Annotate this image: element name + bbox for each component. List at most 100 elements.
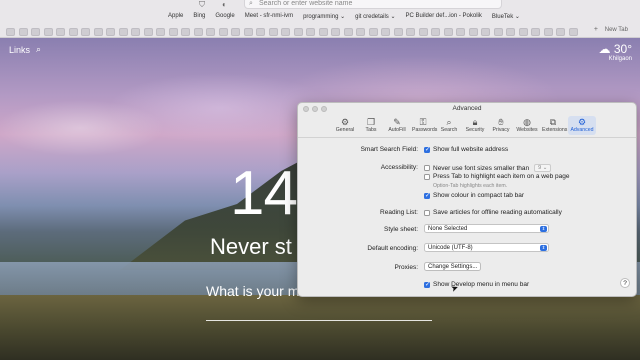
tab-favicon[interactable] xyxy=(393,27,403,36)
tab-highlight-checkbox[interactable] xyxy=(424,173,430,180)
tab-websites[interactable]: ◍ Websites xyxy=(516,116,538,135)
style-sheet-select[interactable]: None Selected ⇕ xyxy=(424,224,549,233)
tab-favicon[interactable] xyxy=(331,27,340,36)
tab-favicon[interactable] xyxy=(156,27,165,36)
favorite-item[interactable]: git credetails ⌄ xyxy=(355,13,395,20)
tab-privacy[interactable]: ✋︎ Privacy xyxy=(490,116,512,135)
smart-search-row[interactable]: Show full website address xyxy=(424,146,508,153)
tab-favicon[interactable] xyxy=(306,27,315,36)
tab-favicon[interactable] xyxy=(431,27,440,36)
tab-favicon[interactable] xyxy=(531,27,540,36)
font-size-row[interactable]: Never use font sizes smaller than 9 ⌄ xyxy=(424,164,552,172)
min-font-size-value: 9 xyxy=(538,165,542,171)
tab-favicon[interactable] xyxy=(43,27,53,36)
plus-icon[interactable]: + xyxy=(594,26,598,33)
style-sheet-label: Style sheet: xyxy=(384,226,418,233)
tab-favicon[interactable] xyxy=(193,27,203,36)
offline-reading-checkbox[interactable] xyxy=(424,209,430,216)
tab-general[interactable]: ⚙ General xyxy=(334,116,356,135)
favorite-item[interactable]: Apple xyxy=(168,13,183,20)
tab-favicon[interactable] xyxy=(131,27,140,36)
tab-favicon[interactable] xyxy=(93,27,103,36)
encoding-select[interactable]: Unicode (UTF-8) ⇕ xyxy=(424,243,549,252)
tab-tabs[interactable]: ❐ Tabs xyxy=(360,116,382,135)
privacy-icon[interactable]: ◐ xyxy=(222,0,227,9)
puzzle-icon: ⧉ xyxy=(549,117,557,127)
min-font-size-select[interactable]: 9 ⌄ xyxy=(534,164,552,172)
tab-favicon[interactable] xyxy=(106,27,115,36)
tab-favicon[interactable] xyxy=(231,27,240,36)
tab-favicon[interactable] xyxy=(568,27,578,36)
tab-favicon[interactable] xyxy=(443,27,453,36)
show-full-address-checkbox[interactable] xyxy=(424,146,430,153)
links-button[interactable]: Links xyxy=(9,45,30,55)
tab-favicon[interactable] xyxy=(318,27,328,36)
change-settings-button[interactable]: Change Settings... xyxy=(424,262,482,271)
help-button[interactable]: ? xyxy=(620,278,630,288)
tab-favicon[interactable] xyxy=(493,27,503,36)
min-font-size-checkbox[interactable] xyxy=(424,165,430,171)
develop-menu-row[interactable]: Show Develop menu in menu bar xyxy=(424,281,529,288)
tab-favicon[interactable] xyxy=(68,27,78,36)
tab-favicon[interactable] xyxy=(118,27,128,36)
gears-icon: ⚙ xyxy=(577,117,587,127)
toolbar-divider xyxy=(298,137,636,138)
tab-favicon[interactable] xyxy=(481,27,490,36)
favorites-bar: Apple Bing Google Meet - sfr-nmi-ivm pro… xyxy=(168,13,520,20)
search-icon[interactable]: ⌕ xyxy=(36,44,41,55)
tab-favicon[interactable] xyxy=(356,27,365,36)
tab-favicon[interactable] xyxy=(81,27,90,36)
tab-favicon[interactable] xyxy=(168,27,178,36)
tab-search[interactable]: ⌕ Search xyxy=(438,116,460,135)
tab-autofill[interactable]: ✎ AutoFill xyxy=(386,116,408,135)
develop-menu-checkbox[interactable] xyxy=(424,281,430,288)
tab-favicon[interactable] xyxy=(418,27,428,36)
colour-tab-bar-row[interactable]: Show colour in compact tab bar xyxy=(424,192,524,199)
tab-favicon[interactable] xyxy=(181,27,190,36)
tab-favicon[interactable] xyxy=(543,27,553,36)
tab-favicon[interactable] xyxy=(281,27,290,36)
tab-favicon[interactable] xyxy=(343,27,353,36)
tab-advanced[interactable]: ⚙ Advanced xyxy=(568,116,596,135)
address-bar[interactable]: ⌕ Search or enter website name xyxy=(244,0,502,9)
tab-passwords[interactable]: ⚿ Passwords xyxy=(412,116,437,135)
tab-favicon[interactable] xyxy=(406,27,415,36)
favorite-item[interactable]: Meet - sfr-nmi-ivm xyxy=(245,13,293,20)
colour-tab-bar-checkbox[interactable] xyxy=(424,192,430,199)
tab-favicon[interactable] xyxy=(6,27,15,36)
tab-favicon[interactable] xyxy=(143,27,153,36)
tab-label: Websites xyxy=(516,127,538,133)
lock-icon: 🔒︎ xyxy=(472,117,478,127)
tab-favicon[interactable] xyxy=(456,27,465,36)
favorite-item[interactable]: Bing xyxy=(193,13,205,20)
tab-favicon[interactable] xyxy=(381,27,390,36)
tab-favicon[interactable] xyxy=(468,27,478,36)
tab-label: General xyxy=(335,127,355,133)
favorite-item[interactable]: programming ⌄ xyxy=(303,13,345,20)
tab-favicon[interactable] xyxy=(506,27,515,36)
tab-favicon[interactable] xyxy=(268,27,278,36)
tab-highlight-row[interactable]: Press Tab to highlight each item on a we… xyxy=(424,173,569,180)
shield-icon[interactable]: ⛉ xyxy=(199,0,205,10)
tab-favicon[interactable] xyxy=(256,27,265,36)
focus-input-line[interactable] xyxy=(206,320,432,321)
tab-favicon[interactable] xyxy=(518,27,528,36)
tab-favicon[interactable] xyxy=(293,27,303,36)
weather-widget[interactable]: ☁ 30° Khilgaon xyxy=(599,42,633,62)
tab-favicon[interactable] xyxy=(18,27,28,36)
tab-favicon[interactable] xyxy=(368,27,378,36)
tab-label: Security xyxy=(465,127,485,133)
tab-favicon[interactable] xyxy=(556,27,565,36)
tab-favicon[interactable] xyxy=(56,27,65,36)
favorite-item[interactable]: BlueTek ⌄ xyxy=(492,13,520,20)
tab-favicon[interactable] xyxy=(243,27,253,36)
tab-favicon[interactable] xyxy=(206,27,215,36)
tab-extensions[interactable]: ⧉ Extensions xyxy=(542,116,567,135)
tab-favicon[interactable] xyxy=(31,27,40,36)
reading-list-row[interactable]: Save articles for offline reading automa… xyxy=(424,209,562,216)
favorite-item[interactable]: Google xyxy=(215,13,234,20)
tab-favicon[interactable] xyxy=(218,27,228,36)
tab-security[interactable]: 🔒︎ Security xyxy=(464,116,486,135)
new-tab-button[interactable]: New Tab xyxy=(605,27,628,33)
favorite-item[interactable]: PC Builder def...ion - Pokolik xyxy=(406,13,482,20)
